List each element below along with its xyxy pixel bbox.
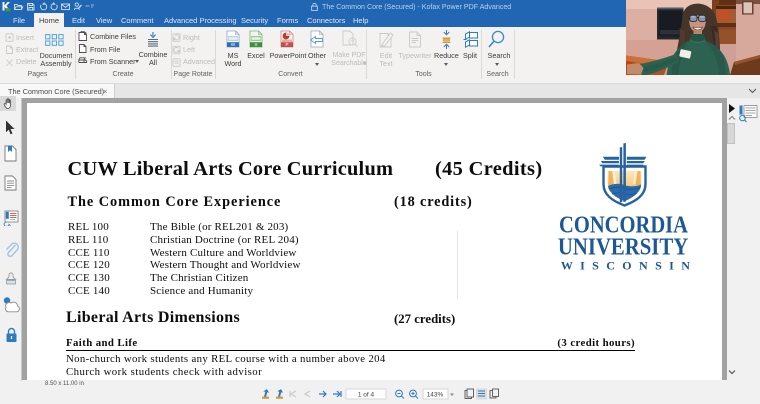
- svg-text:143%: 143%: [427, 391, 444, 398]
- svg-text:1 of 4: 1 of 4: [358, 391, 375, 398]
- svg-text:UNIVERSITY: UNIVERSITY: [558, 233, 689, 260]
- svg-text:P: P: [285, 42, 288, 47]
- svg-text:X: X: [254, 42, 257, 47]
- svg-text:W I S C O N S I N: W I S C O N S I N: [561, 258, 690, 272]
